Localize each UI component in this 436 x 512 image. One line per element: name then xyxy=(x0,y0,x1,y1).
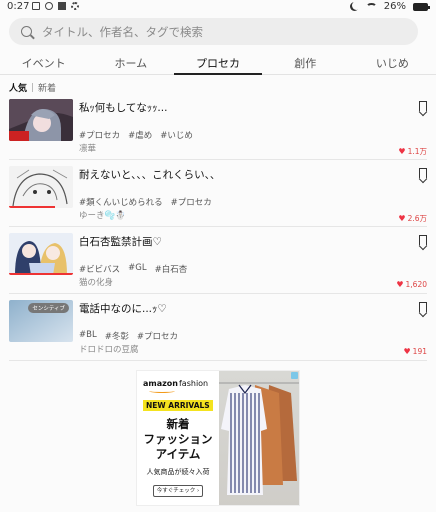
story-author[interactable]: 猫の化身 xyxy=(79,276,113,288)
tag[interactable]: #ビビバス xyxy=(79,263,120,275)
tab-home[interactable]: ホーム xyxy=(87,51,174,74)
timer-icon xyxy=(45,2,53,10)
ad-info-icon[interactable] xyxy=(291,372,298,379)
tab-event[interactable]: イベント xyxy=(0,51,87,74)
like-count-value: 191 xyxy=(412,347,427,356)
ad-product-image xyxy=(219,371,299,505)
tag[interactable]: #類くんいじめられる xyxy=(79,196,163,208)
bookmark-icon[interactable] xyxy=(419,101,427,112)
like-count-value: 2.6万 xyxy=(407,214,427,223)
like-count-value: 1,620 xyxy=(405,280,427,289)
heart-icon: ♥ xyxy=(398,214,406,223)
like-count: ♥ 191 xyxy=(404,347,428,356)
story-tags: #ビビバス #GL #白石杏 xyxy=(79,263,187,275)
read-progress-bar xyxy=(9,206,55,208)
like-count-value: 1.1万 xyxy=(407,147,427,156)
tag[interactable]: #白石杏 xyxy=(155,263,188,275)
sensitive-badge: センシティブ xyxy=(28,303,69,313)
story-author[interactable]: 凛華 xyxy=(79,142,96,154)
story-list: 私ｯ何もしてなｯｯ... #プロセカ #虐め #いじめ 凛華 ♥ 1.1万 耐え… xyxy=(0,93,436,361)
ad-subtext: 人気商品が続々入荷 xyxy=(146,468,210,476)
tab-bullying[interactable]: いじめ xyxy=(349,51,436,74)
story-tags: #類くんいじめられる #プロセカ xyxy=(79,196,212,208)
battery-icon xyxy=(413,2,430,11)
status-time: 0:27 xyxy=(7,1,30,12)
bookmark-icon[interactable] xyxy=(419,168,427,179)
settings-icon xyxy=(71,2,79,10)
search-bar[interactable] xyxy=(9,18,418,45)
ad-cta-button[interactable]: 今すぐチェック › xyxy=(153,485,203,497)
sort-divider xyxy=(32,83,34,92)
image-icon xyxy=(32,2,40,10)
heart-icon: ♥ xyxy=(396,280,404,289)
story-thumbnail[interactable]: センシティブ xyxy=(9,300,73,342)
story-title[interactable]: 白石杏監禁計画♡ xyxy=(79,234,162,249)
list-item[interactable]: 白石杏監禁計画♡ #ビビバス #GL #白石杏 猫の化身 ♥ 1,620 xyxy=(9,227,427,294)
ad-new-arrivals: NEW ARRIVALS xyxy=(143,400,213,411)
story-title[interactable]: 耐えないと、、、これくらい、、 xyxy=(79,167,220,182)
do-not-disturb-icon xyxy=(352,1,361,10)
story-tags: #BL #冬彰 #プロセカ xyxy=(79,330,178,342)
tag[interactable]: #GL xyxy=(128,263,146,275)
tag[interactable]: #いじめ xyxy=(160,129,193,141)
list-item[interactable]: 私ｯ何もしてなｯｯ... #プロセカ #虐め #いじめ 凛華 ♥ 1.1万 xyxy=(9,93,427,160)
story-title[interactable]: 私ｯ何もしてなｯｯ... xyxy=(79,100,167,115)
story-thumbnail[interactable] xyxy=(9,233,73,275)
category-tabs: イベント ホーム プロセカ 創作 いじめ xyxy=(0,51,436,75)
bookmark-icon[interactable] xyxy=(419,235,427,246)
tag[interactable]: #プロセカ xyxy=(171,196,212,208)
ad-headline: 新着 ファッション アイテム xyxy=(143,417,213,461)
heart-icon: ♥ xyxy=(403,347,411,356)
wifi-icon xyxy=(365,2,377,11)
list-item[interactable]: センシティブ 電話中なのに...ｯ♡ #BL #冬彰 #プロセカ ドロドロの豆腐… xyxy=(9,294,427,361)
bookmark-icon[interactable] xyxy=(419,302,427,313)
list-item[interactable]: 耐えないと、、、これくらい、、 #類くんいじめられる #プロセカ ゆーき🫧☃️ … xyxy=(9,160,427,227)
ad-copy: amazonfashion NEW ARRIVALS 新着 ファッション アイテ… xyxy=(137,371,219,505)
battery-percent: 26% xyxy=(383,1,406,12)
ad-brand-logo: amazonfashion xyxy=(143,379,209,388)
like-count: ♥ 2.6万 xyxy=(398,213,427,224)
story-author[interactable]: ドロドロの豆腐 xyxy=(79,343,139,355)
advertisement-banner[interactable]: amazonfashion NEW ARRIVALS 新着 ファッション アイテ… xyxy=(136,370,300,506)
like-count: ♥ 1.1万 xyxy=(398,146,427,157)
story-thumbnail[interactable] xyxy=(9,99,73,141)
tag[interactable]: #虐め xyxy=(128,129,152,141)
read-progress-bar xyxy=(9,273,73,275)
tag[interactable]: #プロセカ xyxy=(79,129,120,141)
tag[interactable]: #BL xyxy=(79,330,97,342)
app-notification-icon xyxy=(58,2,66,10)
tag[interactable]: #プロセカ xyxy=(137,330,178,342)
tab-prosekai[interactable]: プロセカ xyxy=(174,51,262,75)
search-input[interactable] xyxy=(42,24,402,39)
like-count: ♥ 1,620 xyxy=(396,280,427,289)
story-title[interactable]: 電話中なのに...ｯ♡ xyxy=(79,301,167,316)
heart-icon: ♥ xyxy=(398,147,406,156)
story-tags: #プロセカ #虐め #いじめ xyxy=(79,129,193,141)
tab-original[interactable]: 創作 xyxy=(262,51,349,74)
story-author[interactable]: ゆーき🫧☃️ xyxy=(79,209,126,221)
status-bar: 0:27 26% xyxy=(0,0,436,16)
search-icon xyxy=(21,26,32,37)
amazon-smile-icon xyxy=(149,389,175,393)
tag[interactable]: #冬彰 xyxy=(105,330,129,342)
story-thumbnail[interactable] xyxy=(9,166,73,208)
